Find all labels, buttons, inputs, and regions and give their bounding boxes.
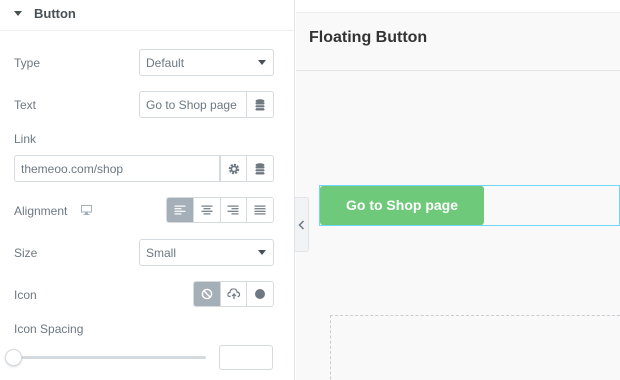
database-icon [255, 98, 265, 110]
upload-icon [227, 288, 240, 299]
align-justify-option[interactable] [246, 198, 273, 222]
icon-spacing-slider-track[interactable] [14, 356, 206, 359]
icon-spacing-slider-handle[interactable] [5, 349, 22, 366]
align-justify-icon [254, 205, 266, 215]
icon-upload-option[interactable] [219, 282, 247, 306]
circle-icon [255, 289, 266, 299]
page-header: Floating Button [296, 13, 620, 71]
chevron-down-icon [258, 60, 266, 65]
page-title: Floating Button [309, 29, 428, 46]
section-header-button[interactable]: Button [0, 0, 294, 31]
icon-circle-option[interactable] [246, 282, 273, 306]
text-input-value: Go to Shop page [146, 98, 237, 112]
align-right-option[interactable] [219, 198, 247, 222]
link-label: Link [14, 132, 37, 146]
chevron-left-icon [298, 220, 305, 230]
icon-label: Icon [14, 288, 37, 302]
size-select[interactable]: Small [139, 239, 274, 266]
text-input[interactable]: Go to Shop page [139, 91, 247, 118]
page-area: Floating Button Go to Shop page [296, 12, 620, 380]
text-dynamic-button[interactable] [247, 91, 274, 118]
size-select-value: Small [146, 246, 177, 260]
preview-canvas: Floating Button Go to Shop page [295, 0, 620, 380]
icon-spacing-label: Icon Spacing [14, 322, 84, 336]
desktop-icon[interactable] [81, 205, 92, 215]
link-dynamic-button[interactable] [247, 155, 274, 182]
align-center-icon [201, 205, 213, 215]
type-select-value: Default [146, 56, 185, 70]
icon-none-option[interactable] [194, 282, 220, 306]
collapse-panel-button[interactable] [295, 197, 309, 252]
align-right-icon [227, 205, 239, 215]
floating-button[interactable]: Go to Shop page [320, 186, 484, 225]
link-options-button[interactable] [220, 155, 247, 182]
icon-choices [193, 281, 274, 307]
align-left-icon [174, 205, 186, 215]
editor-panel: Button Type Default Text Go to Shop page… [0, 0, 294, 380]
align-left-option[interactable] [167, 198, 193, 222]
drop-zone[interactable] [330, 315, 620, 380]
chevron-down-icon [258, 250, 266, 255]
align-center-option[interactable] [192, 198, 220, 222]
link-input-value: themeoo.com/shop [21, 162, 124, 176]
size-label: Size [14, 246, 38, 260]
type-select[interactable]: Default [139, 49, 274, 76]
alignment-label: Alignment [14, 204, 68, 218]
ban-icon [201, 288, 213, 300]
gear-icon [228, 163, 239, 174]
text-label: Text [14, 98, 37, 112]
icon-spacing-input[interactable] [219, 345, 273, 370]
caret-down-icon [14, 11, 22, 16]
link-input[interactable]: themeoo.com/shop [14, 155, 220, 182]
alignment-choices [166, 197, 274, 223]
type-label: Type [14, 56, 41, 70]
database-icon [255, 162, 265, 174]
section-title: Button [34, 6, 76, 21]
